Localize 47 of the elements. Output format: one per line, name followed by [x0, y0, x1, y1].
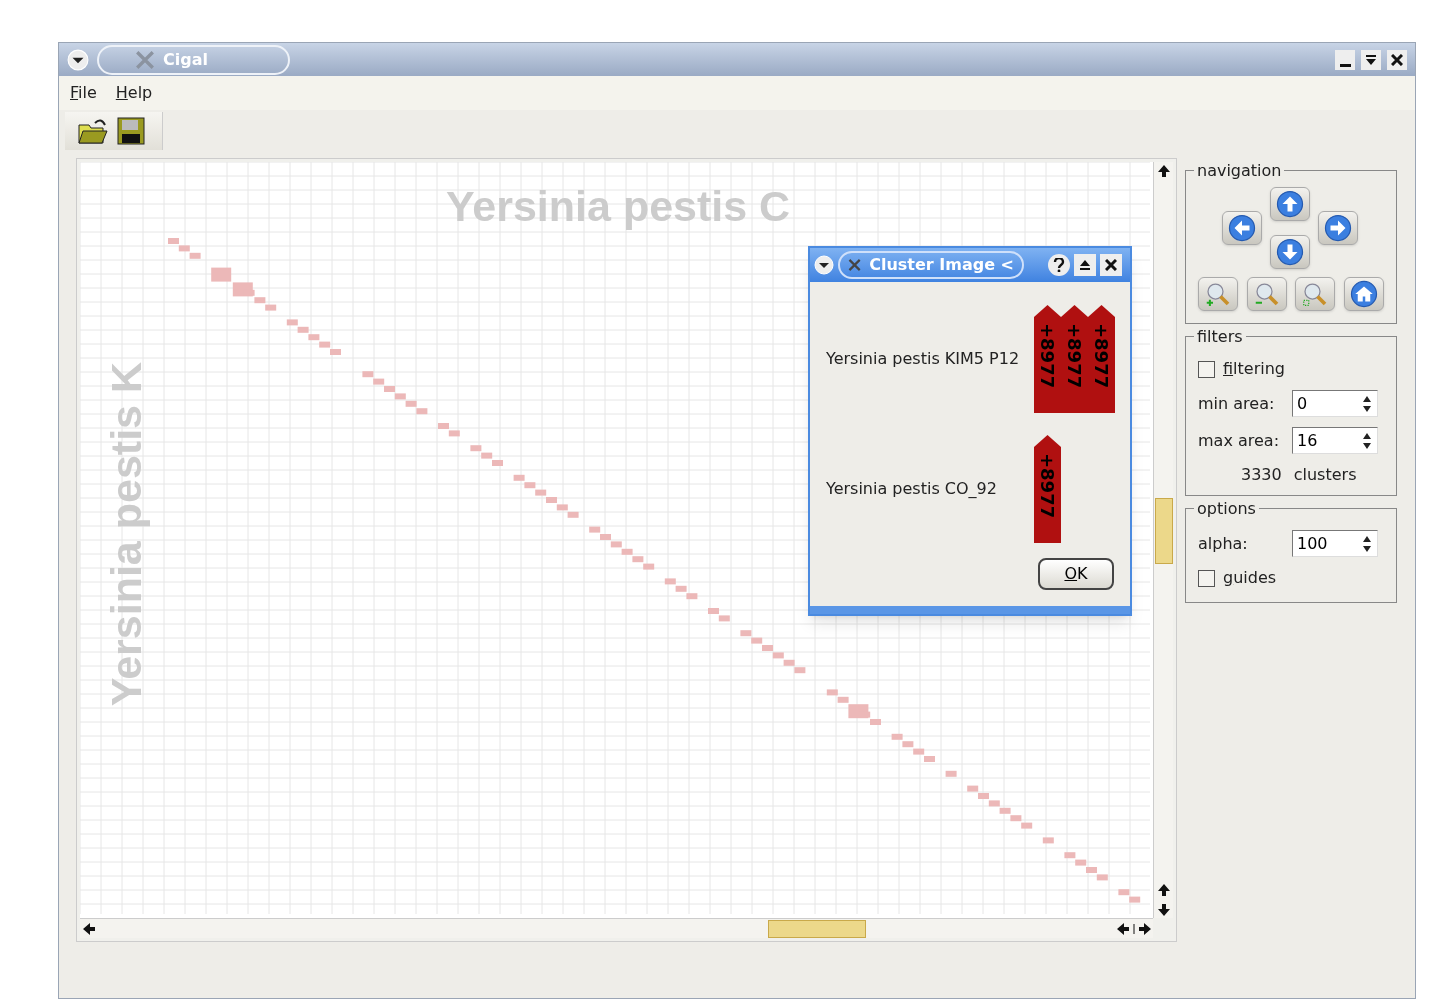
checkbox-label: guides: [1223, 567, 1277, 589]
home-button[interactable]: [1343, 277, 1384, 311]
scroll-thumb[interactable]: [1154, 498, 1173, 564]
field-label: max area:: [1198, 429, 1280, 452]
checkbox[interactable]: [1198, 569, 1215, 587]
minimize-icon[interactable]: [1335, 49, 1355, 70]
spin-field[interactable]: 100: [1292, 530, 1378, 557]
cluster-tag: +8977: [1034, 305, 1061, 413]
pan-left-button[interactable]: [1222, 211, 1262, 245]
pan-right-button[interactable]: [1318, 211, 1358, 245]
menu-item[interactable]: Help: [115, 81, 153, 105]
zoom-in-button[interactable]: [1198, 277, 1238, 311]
spin-field[interactable]: 16: [1292, 427, 1378, 454]
x-logo-icon: [135, 49, 155, 70]
close-icon[interactable]: [1100, 254, 1122, 276]
up-down-arrows-icon[interactable]: [1155, 882, 1172, 918]
shade-icon[interactable]: [1361, 49, 1381, 70]
cluster-tag: +8977: [1061, 305, 1088, 413]
checkbox-label: filtering: [1223, 358, 1285, 380]
zoom-fit-button[interactable]: [1295, 277, 1336, 311]
spin-field[interactable]: 0: [1292, 390, 1378, 417]
genome-label: Yersinia pestis KIM5 P12: [826, 348, 1020, 370]
open-folder-icon[interactable]: [77, 117, 109, 145]
window-title: Cigal: [163, 48, 208, 71]
count-label: clusters: [1293, 464, 1357, 486]
zoom-out-button[interactable]: [1246, 277, 1287, 311]
horizontal-scrollbar[interactable]: [80, 918, 1153, 938]
pan-down-button[interactable]: [1270, 235, 1310, 269]
checkbox[interactable]: [1198, 360, 1215, 378]
close-icon[interactable]: [1387, 49, 1407, 70]
genome-label: Yersinia pestis CO_92: [826, 478, 997, 500]
cluster-tag: +8977: [1034, 435, 1061, 543]
menu-item[interactable]: File: [70, 81, 97, 105]
cluster-tag: +8977: [1088, 305, 1115, 413]
dialog-title: Cluster Image <: [869, 254, 1014, 276]
shade-icon[interactable]: [1074, 254, 1096, 276]
left-right-arrows-icon[interactable]: [1115, 920, 1153, 937]
save-icon[interactable]: [117, 117, 145, 145]
field-label: min area:: [1198, 392, 1276, 415]
ok-button[interactable]: OK: [1038, 558, 1114, 590]
help-icon[interactable]: [1048, 254, 1070, 276]
scroll-thumb[interactable]: [767, 919, 866, 938]
cluster-count: 3330: [1241, 464, 1282, 486]
vertical-scrollbar[interactable]: [1153, 162, 1173, 918]
field-label: alpha:: [1198, 532, 1249, 555]
x-logo-icon: [848, 256, 862, 274]
pan-up-button[interactable]: [1270, 187, 1310, 221]
